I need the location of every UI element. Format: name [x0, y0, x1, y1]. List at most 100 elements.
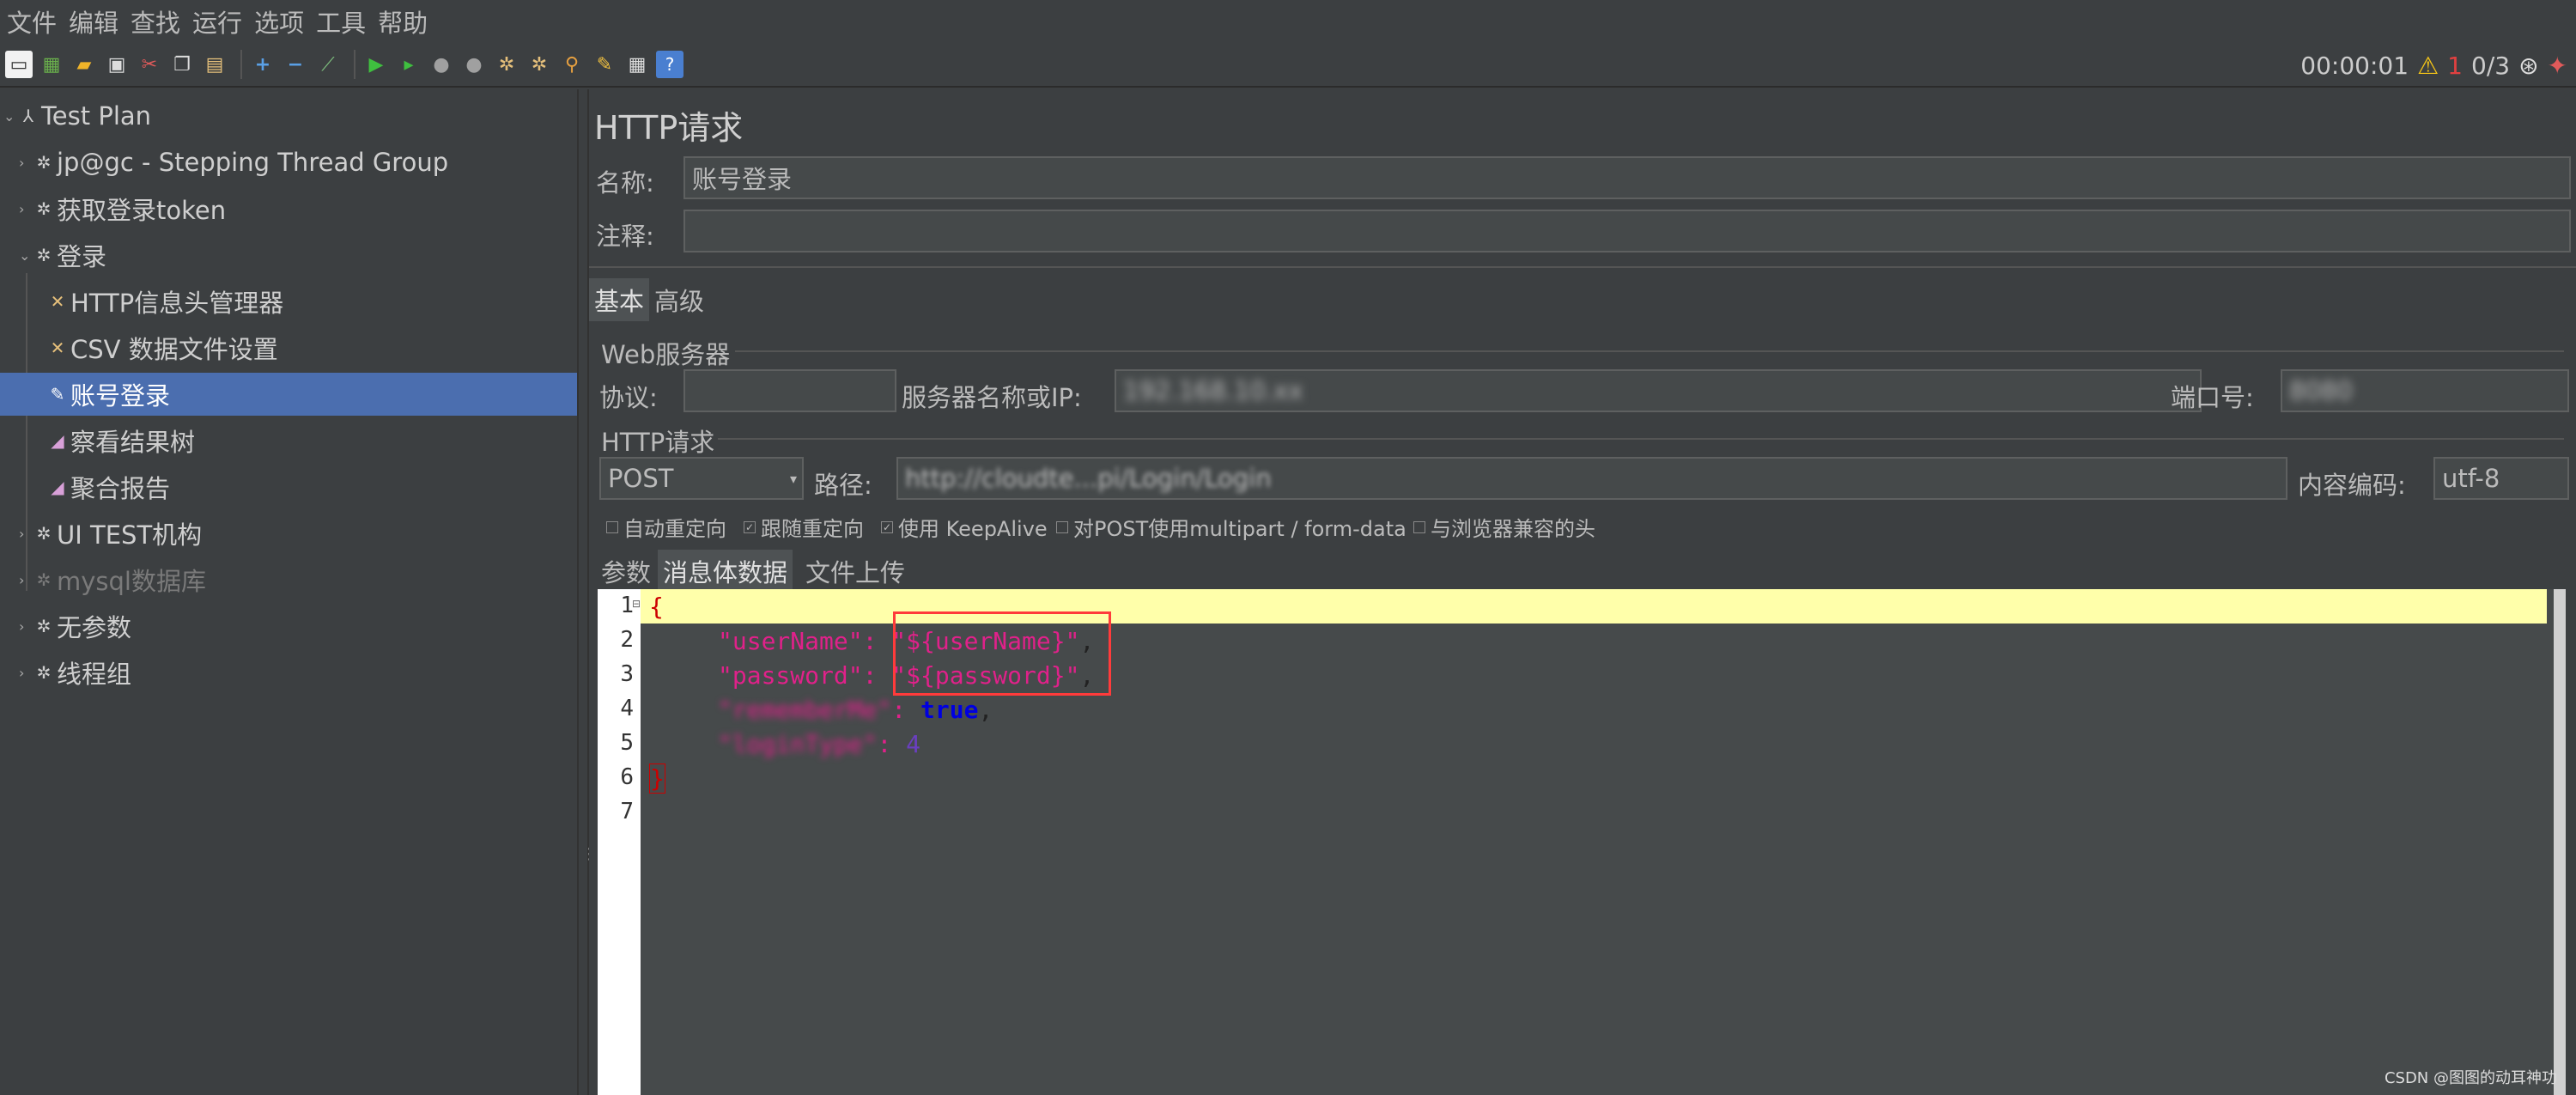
auto-redirect-checkbox[interactable]: 自动重定向	[606, 512, 726, 542]
start-no-pause-icon[interactable]: ▸	[395, 51, 422, 78]
chevron-right-icon[interactable]: ›	[19, 618, 34, 635]
tree-node-no-params[interactable]: › ✲ 无参数	[0, 605, 577, 648]
split-pane-divider[interactable]: ⋮	[577, 89, 597, 1095]
log-icon[interactable]: ✦	[2548, 52, 2567, 80]
server-label: 服务器名称或IP:	[902, 383, 1082, 412]
code-line-1: {	[649, 593, 664, 621]
help-icon[interactable]: ?	[656, 51, 683, 78]
chevron-right-icon[interactable]: ›	[19, 155, 34, 171]
tree-node-account-login[interactable]: ✎ 账号登录	[0, 373, 577, 416]
checkbox-box[interactable]	[606, 520, 618, 533]
collapse-icon[interactable]: −	[282, 51, 309, 78]
expand-icon[interactable]: +	[249, 51, 276, 78]
tree-node-label: 登录	[57, 242, 107, 271]
chevron-down-icon[interactable]: ⌄	[3, 108, 19, 125]
chevron-right-icon[interactable]: ›	[19, 572, 34, 588]
path-input[interactable]: http://cloudte...pi/Login/Login	[896, 457, 2287, 500]
menu-tools[interactable]: 工具	[316, 3, 366, 40]
save-icon[interactable]: ▣	[103, 51, 131, 78]
tree-node-stepping-thread-group[interactable]: › ✲ jp@gc - Stepping Thread Group	[0, 141, 577, 184]
line-number: 1	[620, 593, 634, 618]
warning-icon[interactable]: ⚠	[2417, 52, 2439, 80]
tree-node-label: mysql数据库	[57, 567, 206, 596]
menu-edit[interactable]: 编辑	[69, 3, 118, 40]
toggle-icon[interactable]: ⟋	[314, 51, 342, 78]
menu-run[interactable]: 运行	[192, 3, 242, 40]
paste-icon[interactable]: ▤	[201, 51, 228, 78]
cut-icon[interactable]: ✂	[136, 51, 163, 78]
port-value: 8080	[2289, 376, 2353, 405]
checkmark-icon[interactable]: ✓	[744, 520, 756, 533]
method-select[interactable]: POST ▾	[599, 457, 804, 500]
tab-advanced[interactable]: 高级	[649, 278, 709, 321]
tab-parameters[interactable]: 参数	[596, 550, 656, 593]
menu-help[interactable]: 帮助	[378, 3, 428, 40]
remote-icon[interactable]: ⊛	[2518, 52, 2538, 80]
multipart-checkbox[interactable]: 对POST使用multipart / form-data	[1056, 512, 1406, 542]
reset-search-icon[interactable]: ✎	[591, 51, 618, 78]
tree-node-test-plan[interactable]: ⌄ ⅄ Test Plan	[0, 94, 577, 137]
elapsed-timer: 00:00:01	[2300, 51, 2409, 80]
search-icon[interactable]: ⚲	[558, 51, 586, 78]
protocol-input[interactable]	[683, 369, 896, 412]
encoding-input[interactable]: utf-8	[2433, 457, 2569, 500]
fold-icon[interactable]: ⊟	[632, 598, 641, 610]
divider	[718, 438, 2564, 440]
stop-icon[interactable]: ●	[428, 51, 455, 78]
highlight-annotation-box	[893, 611, 1111, 696]
tab-file-upload[interactable]: 文件上传	[800, 550, 910, 593]
copy-icon[interactable]: ❐	[168, 51, 196, 78]
server-value: 192.168.10.xx	[1123, 376, 1303, 405]
clear-icon[interactable]: ✲	[493, 51, 520, 78]
gear-icon: ✲	[36, 616, 52, 636]
tree-node-label: UI TEST机构	[57, 520, 203, 550]
browser-headers-checkbox[interactable]: 与浏览器兼容的头	[1413, 512, 1595, 542]
name-label: 名称:	[596, 168, 654, 198]
chevron-down-icon[interactable]: ⌄	[19, 247, 34, 264]
open-icon[interactable]: ▰	[70, 51, 98, 78]
chevron-down-icon[interactable]: ▾	[790, 471, 797, 487]
clear-all-icon[interactable]: ✲	[526, 51, 553, 78]
templates-icon[interactable]: ▦	[38, 51, 65, 78]
name-input[interactable]: 账号登录	[683, 156, 2571, 199]
menu-file[interactable]: 文件	[7, 3, 57, 40]
tab-basic[interactable]: 基本	[589, 278, 650, 321]
checkmark-icon[interactable]: ✓	[881, 520, 893, 533]
tree-node-mysql[interactable]: › ✲ mysql数据库	[0, 558, 577, 601]
tree-node-get-token[interactable]: › ✲ 获取登录token	[0, 187, 577, 230]
tree-node-http-header-manager[interactable]: ✕ HTTP信息头管理器	[0, 280, 577, 323]
follow-redirect-checkbox[interactable]: ✓ 跟随重定向	[744, 512, 864, 542]
port-input[interactable]: 8080	[2281, 369, 2569, 412]
tree-node-login[interactable]: ⌄ ✲ 登录	[0, 234, 577, 277]
wrench-icon: ✕	[50, 338, 65, 358]
chevron-right-icon[interactable]: ›	[19, 665, 34, 681]
editor-scrollbar[interactable]	[2554, 589, 2566, 1095]
tree-node-aggregate-report[interactable]: ◢ 聚合报告	[0, 465, 577, 508]
start-icon[interactable]: ▶	[362, 51, 390, 78]
code-line-4: "rememberMe": true,	[718, 696, 993, 724]
tree-node-label: Test Plan	[41, 101, 152, 131]
keepalive-checkbox[interactable]: ✓ 使用 KeepAlive	[881, 512, 1048, 542]
tree-node-thread-group[interactable]: › ✲ 线程组	[0, 651, 577, 694]
tree-node-ui-test[interactable]: › ✲ UI TEST机构	[0, 512, 577, 555]
tree-node-label: HTTP信息头管理器	[70, 289, 284, 318]
new-icon[interactable]: ▭	[5, 51, 33, 78]
menu-search[interactable]: 查找	[131, 3, 180, 40]
checkbox-box[interactable]	[1056, 520, 1068, 533]
comment-input[interactable]	[683, 210, 2571, 252]
divider	[735, 350, 2564, 352]
chevron-right-icon[interactable]: ›	[19, 201, 34, 217]
function-helper-icon[interactable]: ▦	[623, 51, 651, 78]
shutdown-icon[interactable]: ●	[460, 51, 488, 78]
gear-icon: ✲	[36, 198, 52, 219]
server-input[interactable]: 192.168.10.xx	[1115, 369, 2202, 412]
tab-body-data[interactable]: 消息体数据	[658, 550, 793, 593]
checkbox-label: 与浏览器兼容的头	[1431, 517, 1595, 541]
chevron-right-icon[interactable]: ›	[19, 526, 34, 542]
tree-node-csv-data-set[interactable]: ✕ CSV 数据文件设置	[0, 326, 577, 369]
tree-node-view-results-tree[interactable]: ◢ 察看结果树	[0, 419, 577, 462]
json-sep: :	[891, 696, 921, 724]
tree-node-label: 线程组	[57, 660, 132, 689]
checkbox-box[interactable]	[1413, 520, 1425, 533]
menu-options[interactable]: 选项	[254, 3, 304, 40]
